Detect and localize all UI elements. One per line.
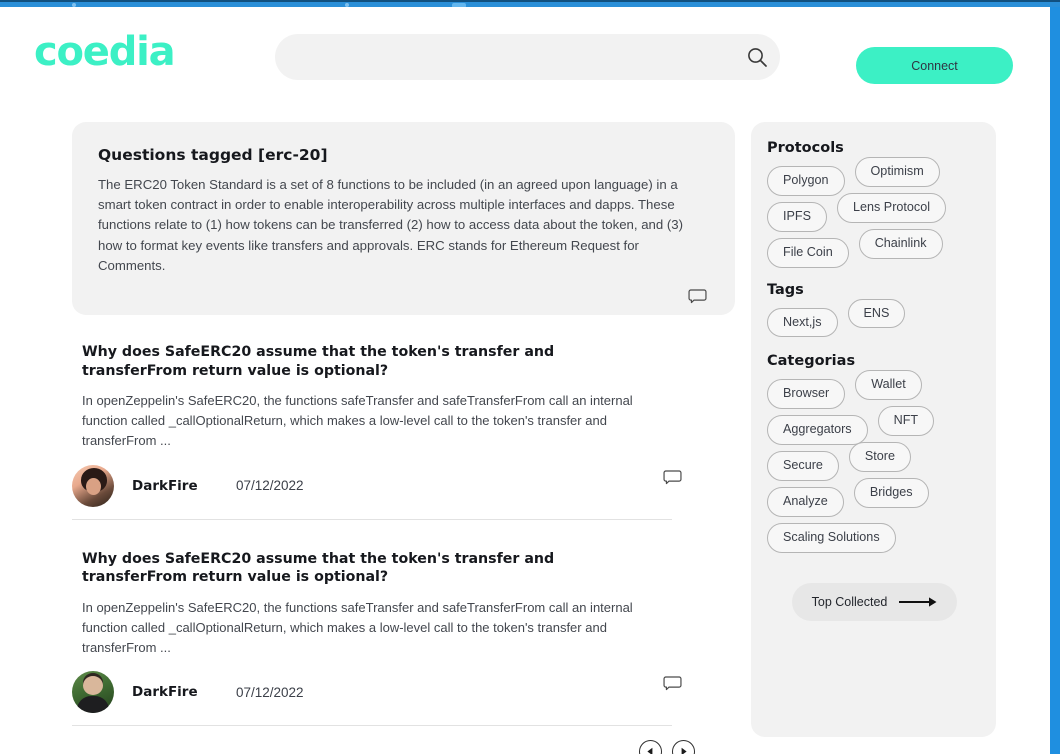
connect-button[interactable]: Connect: [856, 47, 1013, 84]
chip-nft[interactable]: NFT: [877, 406, 935, 437]
question-excerpt: In openZeppelin's SafeERC20, the functio…: [82, 393, 633, 448]
question-item[interactable]: Why does SafeERC20 assume that the token…: [72, 550, 735, 727]
top-collected-label: Top Collected: [811, 594, 888, 609]
search-bar[interactable]: [275, 34, 780, 80]
question-meta: DarkFire 07/12/2022: [72, 671, 682, 727]
chip-scaling-solutions[interactable]: Scaling Solutions: [767, 522, 896, 553]
chip-row: IPFS Lens Protocol: [767, 192, 982, 232]
question-title[interactable]: Why does SafeERC20 assume that the token…: [82, 343, 662, 380]
search-input[interactable]: [275, 34, 734, 80]
chip-browser[interactable]: Browser: [767, 379, 846, 410]
sidebar-heading-tags: Tags: [767, 281, 804, 298]
site-header: coedia Connect: [0, 7, 1050, 102]
chip-chainlink[interactable]: Chainlink: [858, 228, 943, 259]
question-author[interactable]: DarkFire: [132, 478, 212, 494]
sidebar: Protocols Polygon Optimism IPFS Lens Pro…: [751, 122, 996, 737]
chip-wallet[interactable]: Wallet: [855, 370, 922, 401]
brand-logo[interactable]: coedia: [34, 29, 176, 75]
top-collected-wrap: Top Collected: [767, 582, 982, 621]
question-meta: DarkFire 07/12/2022: [72, 464, 682, 520]
chip-row: Secure Store: [767, 442, 982, 481]
tag-description: The ERC20 Token Standard is a set of 8 f…: [98, 177, 683, 273]
chip-analyze[interactable]: Analyze: [767, 486, 844, 517]
top-collected-button[interactable]: Top Collected: [791, 582, 958, 621]
sidebar-section-categorias: Categorias Browser Wallet Aggregators NF…: [767, 353, 982, 553]
search-button[interactable]: [734, 34, 780, 80]
question-author[interactable]: DarkFire: [132, 684, 212, 700]
search-icon: [748, 48, 767, 67]
chip-aggregators[interactable]: Aggregators: [767, 415, 868, 446]
question-excerpt: In openZeppelin's SafeERC20, the functio…: [82, 600, 633, 655]
chip-store[interactable]: Store: [848, 442, 912, 472]
question-date: 07/12/2022: [236, 478, 304, 494]
main-column: Questions tagged [erc-20] The ERC20 Toke…: [72, 122, 735, 754]
tag-intro-card: Questions tagged [erc-20] The ERC20 Toke…: [72, 122, 735, 315]
chip-optimism[interactable]: Optimism: [854, 157, 940, 187]
chip-bridges[interactable]: Bridges: [853, 477, 929, 508]
chip-secure[interactable]: Secure: [767, 451, 839, 481]
chip-file-coin[interactable]: File Coin: [767, 237, 849, 268]
pagination-next-button[interactable]: [672, 740, 695, 754]
chip-row: Aggregators NFT: [767, 406, 982, 446]
question-date: 07/12/2022: [236, 684, 304, 700]
chip-ipfs[interactable]: IPFS: [767, 201, 827, 232]
chip-ens[interactable]: ENS: [847, 298, 906, 329]
page-body: Questions tagged [erc-20] The ERC20 Toke…: [0, 102, 1050, 754]
sidebar-heading-protocols: Protocols: [767, 140, 844, 156]
chevron-right-icon: [681, 748, 687, 754]
chip-row: Analyze Bridges: [767, 477, 982, 517]
chip-row: Browser Wallet: [767, 370, 982, 410]
comment-bubble-icon[interactable]: [663, 467, 682, 486]
sidebar-section-protocols: Protocols Polygon Optimism IPFS Lens Pro…: [767, 140, 982, 268]
arrow-right-icon: [899, 596, 937, 607]
pagination-prev-button[interactable]: [639, 740, 662, 754]
chip-row: File Coin Chainlink: [767, 228, 982, 268]
avatar: [72, 464, 114, 507]
question-list: Why does SafeERC20 assume that the token…: [72, 343, 735, 727]
question-title[interactable]: Why does SafeERC20 assume that the token…: [82, 550, 662, 587]
chip-row: Scaling Solutions: [767, 522, 982, 553]
chip-nextjs[interactable]: Next,js: [767, 307, 838, 338]
chip-polygon[interactable]: Polygon: [767, 166, 845, 196]
sidebar-section-tags: Tags Next,js ENS: [767, 282, 982, 338]
browser-titlebar: [0, 0, 1060, 8]
page-root: coedia Connect Questions tagged [erc-20]…: [0, 7, 1050, 754]
avatar: [72, 671, 114, 714]
page-title: Questions tagged [erc-20]: [98, 146, 328, 164]
sidebar-heading-categorias: Categorias: [767, 353, 856, 370]
browser-window: coedia Connect Questions tagged [erc-20]…: [0, 0, 1060, 754]
question-item[interactable]: Why does SafeERC20 assume that the token…: [72, 343, 735, 520]
chip-lens-protocol[interactable]: Lens Protocol: [837, 192, 947, 223]
chip-row: Next,js ENS: [767, 298, 982, 338]
pagination: [72, 740, 735, 754]
comment-bubble-icon[interactable]: [663, 673, 682, 692]
comment-bubble-icon[interactable]: [688, 286, 707, 305]
intro-actions: [98, 276, 709, 305]
chip-row: Polygon Optimism: [767, 157, 982, 196]
chevron-left-icon: [647, 748, 653, 754]
